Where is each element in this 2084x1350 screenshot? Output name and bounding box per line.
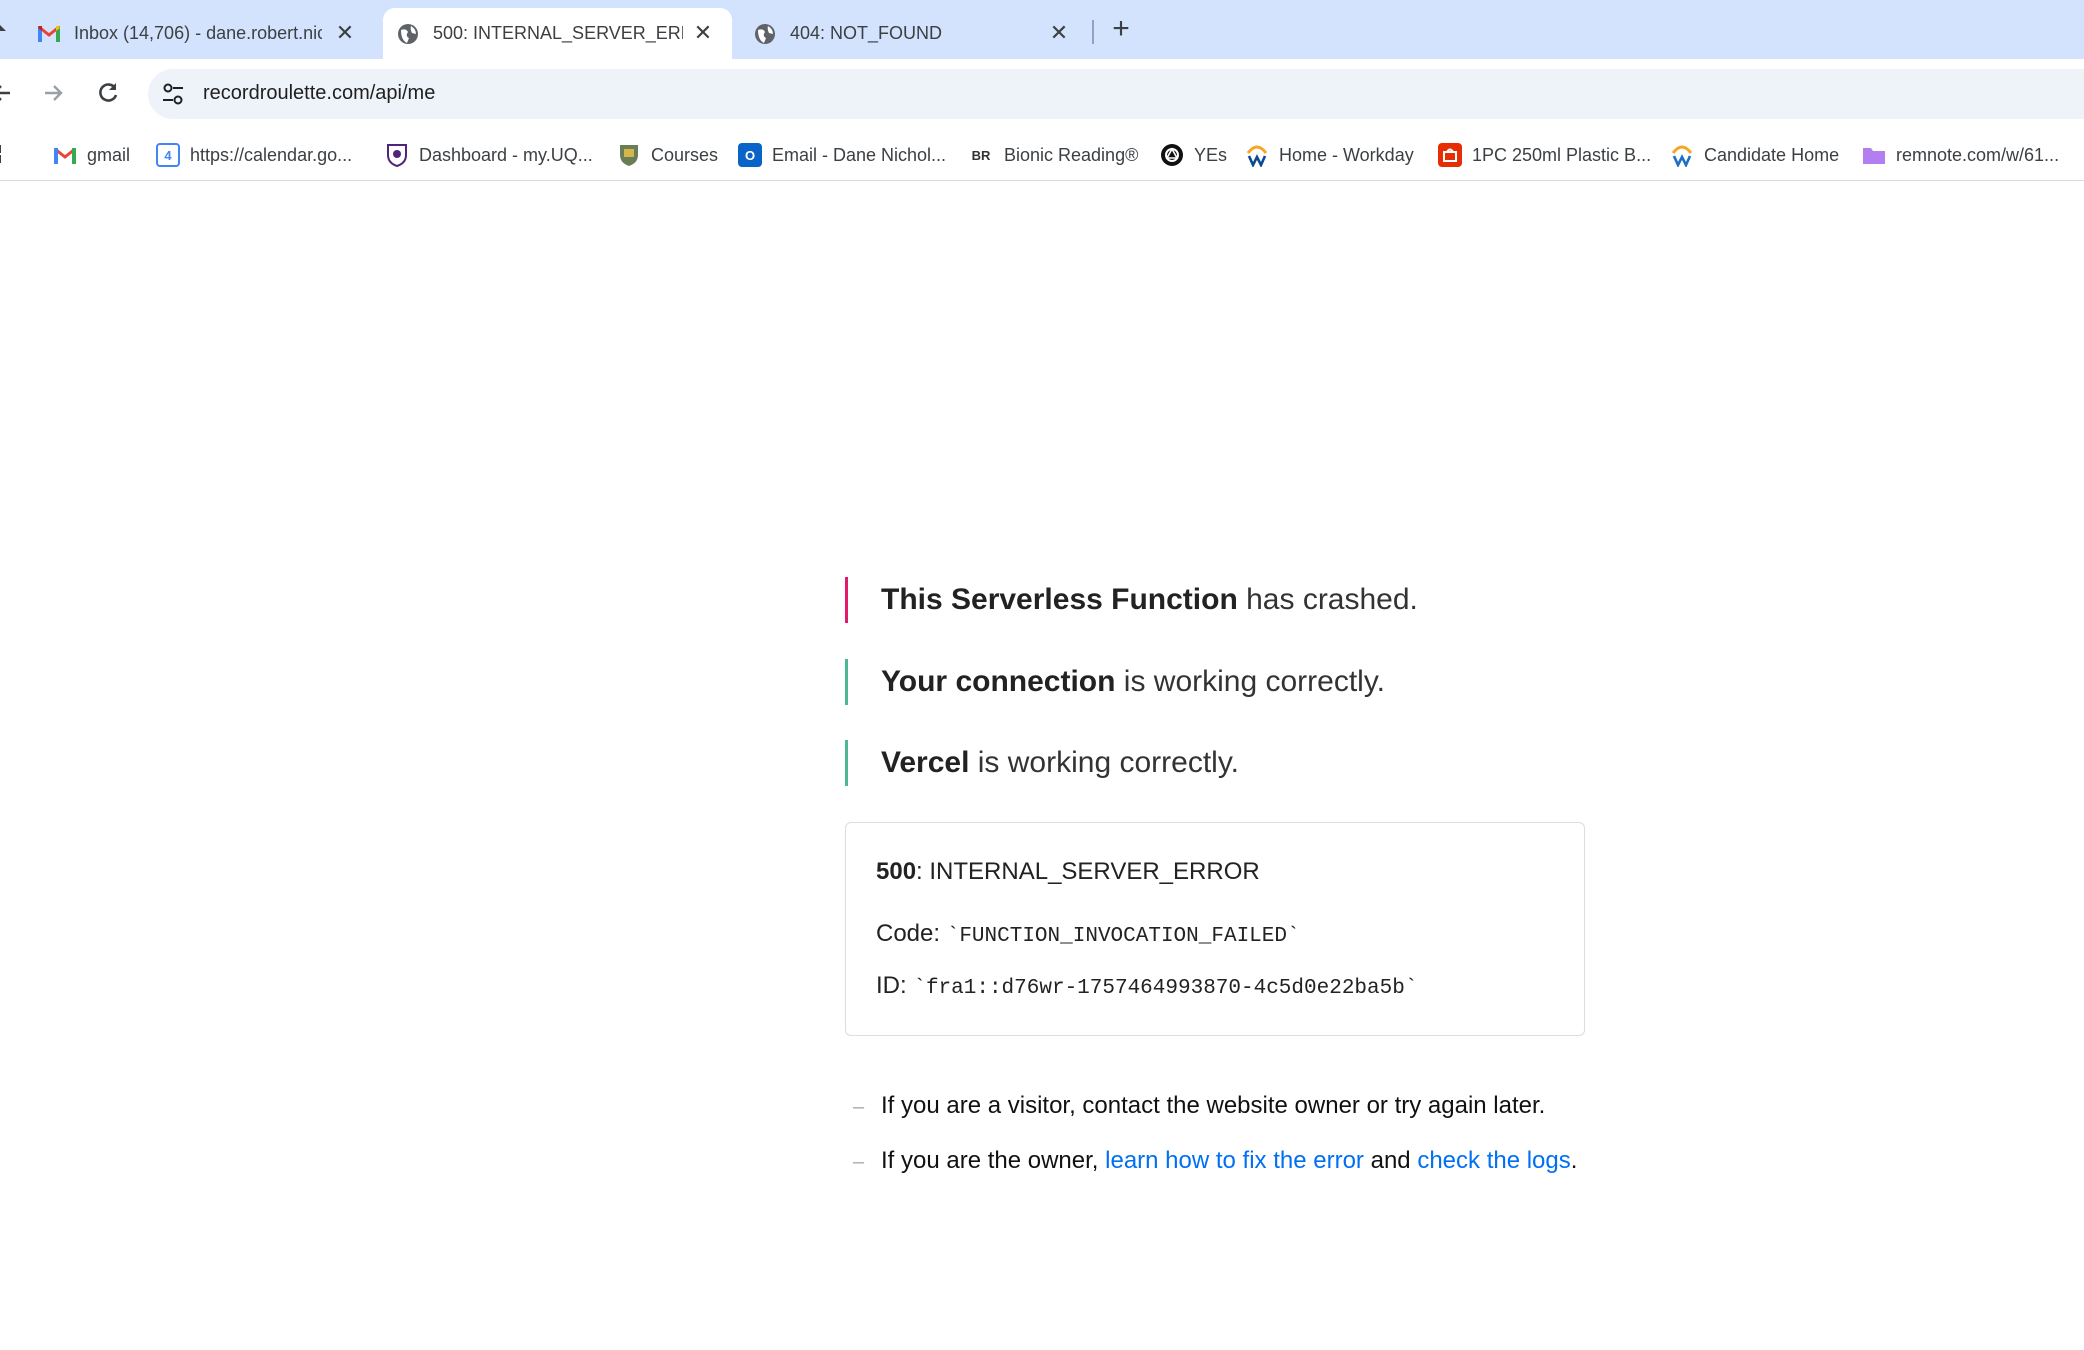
tab-title: 404: NOT_FOUND xyxy=(790,23,943,43)
bookmark-courses[interactable]: Courses xyxy=(617,140,718,170)
check-logs-link[interactable]: check the logs xyxy=(1417,1147,1570,1174)
bookmark-label: Home - Workday xyxy=(1279,144,1414,165)
tab-not-found[interactable]: 404: NOT_FOUND ✕ xyxy=(740,8,1088,59)
error-id-line: ID: `fra1::d76wr-1757464993870-4c5d0e22b… xyxy=(876,972,1417,1000)
statement-connection-ok: Your connection is working correctly. xyxy=(845,659,1385,705)
tab-separator xyxy=(1092,20,1094,44)
back-arrow-icon xyxy=(0,85,10,101)
bookmark-remnote[interactable]: remnote.com/w/61... xyxy=(1862,140,2059,170)
globe-icon xyxy=(397,23,419,45)
status-text: : INTERNAL_SERVER_ERROR xyxy=(916,858,1260,885)
forward-arrow-icon xyxy=(45,85,63,101)
aliexpress-icon xyxy=(1438,143,1462,167)
statement-rest: is working correctly. xyxy=(969,746,1239,779)
statement-rest: is working correctly. xyxy=(1115,665,1385,698)
status-code: 500 xyxy=(876,858,917,885)
statement-rest: has crashed. xyxy=(1237,583,1418,616)
owner-hint-and: and xyxy=(1363,1147,1418,1174)
apps-grid-icon[interactable] xyxy=(0,144,8,166)
tab-gmail-inbox[interactable]: Inbox (14,706) - dane.robert.nich ✕ xyxy=(22,8,374,59)
learn-fix-error-link[interactable]: learn how to fix the error xyxy=(1105,1147,1364,1174)
id-label: ID: xyxy=(876,972,907,999)
visitor-hint: – If you are a visitor, contact the websi… xyxy=(853,1092,1545,1120)
bookmark-label: gmail xyxy=(87,144,131,165)
bookmark-gmail[interactable]: gmail xyxy=(53,140,130,170)
owner-hint: – If you are the owner, learn how to fix … xyxy=(853,1147,1577,1175)
bookmark-uq-dashboard[interactable]: Dashboard - my.UQ... xyxy=(385,140,593,170)
owner-hint-period: . xyxy=(1570,1147,1578,1174)
statement-function-crashed: This Serverless Function has crashed. xyxy=(845,577,1418,623)
outlook-icon: O xyxy=(738,143,762,167)
tab-strip: Inbox (14,706) - dane.robert.nich ✕ 500:… xyxy=(0,0,2084,59)
address-bar[interactable]: recordroulette.com/api/me xyxy=(148,69,2084,119)
owner-hint-prefix: If you are the owner, xyxy=(881,1147,1106,1174)
bookmark-calendar[interactable]: 4 https://calendar.go... xyxy=(156,140,352,170)
back-button[interactable] xyxy=(0,73,22,113)
close-tab-icon[interactable]: ✕ xyxy=(690,20,716,46)
gmail-icon xyxy=(38,23,60,45)
site-settings-icon[interactable] xyxy=(160,81,186,107)
statement-bold: Vercel xyxy=(881,746,970,779)
statement-bold: Your connection xyxy=(881,665,1116,698)
statement-bold: This Serverless Function xyxy=(881,583,1238,616)
tab-internal-server-error[interactable]: 500: INTERNAL_SERVER_ERROR ✕ xyxy=(383,8,732,59)
bookmark-label: Bionic Reading® xyxy=(1004,144,1139,165)
uq-shield-icon xyxy=(385,143,409,167)
folder-icon xyxy=(1862,143,1886,167)
openai-icon xyxy=(1160,143,1184,167)
close-tab-icon[interactable]: ✕ xyxy=(332,20,358,46)
calendar-icon: 4 xyxy=(156,143,180,167)
code-value: `FUNCTION_INVOCATION_FAILED` xyxy=(946,925,1300,948)
error-code-line: Code: `FUNCTION_INVOCATION_FAILED` xyxy=(876,920,1300,948)
bookmark-label: Candidate Home xyxy=(1704,144,1840,165)
visitor-hint-text: If you are a visitor, contact the websit… xyxy=(881,1092,1546,1119)
browser-toolbar: recordroulette.com/api/me xyxy=(0,59,2084,130)
bookmark-label: https://calendar.go... xyxy=(190,144,353,165)
globe-icon xyxy=(754,23,776,45)
close-tab-icon[interactable]: ✕ xyxy=(1046,20,1072,46)
bookmarks-bar: gmail 4 https://calendar.go... Dashboard… xyxy=(0,130,2084,181)
bookmark-outlook[interactable]: O Email - Dane Nichol... xyxy=(738,140,946,170)
bookmark-bionic-reading[interactable]: BR Bionic Reading® xyxy=(968,140,1139,170)
reload-icon xyxy=(99,83,118,102)
dash-bullet: – xyxy=(853,1151,865,1173)
tab-title: 500: INTERNAL_SERVER_ERROR xyxy=(433,23,683,43)
id-value: `fra1::d76wr-1757464993870-4c5d0e22ba5b` xyxy=(913,977,1418,1000)
bookmark-label: remnote.com/w/61... xyxy=(1896,144,2060,165)
forward-button[interactable] xyxy=(33,73,73,113)
dash-bullet: – xyxy=(853,1096,865,1118)
error-details-box: 500: INTERNAL_SERVER_ERROR Code: `FUNCTI… xyxy=(845,822,1585,1036)
workday-icon xyxy=(1245,143,1269,167)
error-status: 500: INTERNAL_SERVER_ERROR xyxy=(876,858,1260,886)
new-tab-button[interactable]: + xyxy=(1104,12,1138,46)
tab-title: Inbox (14,706) - dane.robert.nich xyxy=(74,23,322,43)
reload-button[interactable] xyxy=(88,73,128,113)
tab-list-dropdown-icon[interactable] xyxy=(0,22,10,36)
bookmark-label: Dashboard - my.UQ... xyxy=(419,144,593,165)
code-label: Code: xyxy=(876,920,941,947)
bookmark-candidate-home[interactable]: Candidate Home xyxy=(1670,140,1839,170)
bookmark-label: 1PC 250ml Plastic B... xyxy=(1472,144,1652,165)
gmail-icon xyxy=(53,143,77,167)
bookmark-label: Courses xyxy=(651,144,719,165)
bookmark-label: Email - Dane Nichol... xyxy=(772,144,947,165)
url-text[interactable]: recordroulette.com/api/me xyxy=(203,82,435,105)
bookmark-label: YEs xyxy=(1194,144,1228,165)
bookmark-workday-home[interactable]: Home - Workday xyxy=(1245,140,1414,170)
statement-vercel-ok: Vercel is working correctly. xyxy=(845,740,1239,786)
bookmark-yes[interactable]: YEs xyxy=(1160,140,1227,170)
workday-icon xyxy=(1670,143,1694,167)
br-icon: BR xyxy=(971,147,991,163)
crest-icon xyxy=(617,143,641,167)
bookmark-aliexpress[interactable]: 1PC 250ml Plastic B... xyxy=(1438,140,1651,170)
